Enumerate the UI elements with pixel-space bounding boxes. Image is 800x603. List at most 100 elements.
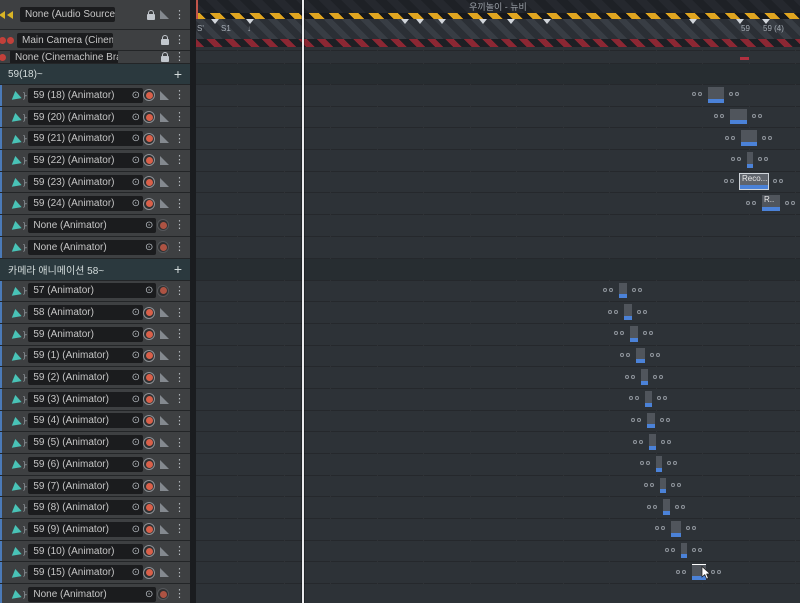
track-row-anim[interactable]: }- 57 (Animator) ⊙ ⋮ xyxy=(0,280,190,302)
track-name-field[interactable]: 57 (Animator) ⊙ xyxy=(28,283,157,299)
pick-object-icon[interactable]: ⊙ xyxy=(128,133,140,144)
kebab-menu-icon[interactable]: ⋮ xyxy=(174,35,185,46)
curves-icon[interactable] xyxy=(160,568,169,578)
curves-icon[interactable] xyxy=(160,416,169,426)
track-row-anim[interactable]: }- 59 (20) (Animator) ⊙ ⋮ xyxy=(0,106,190,128)
timeline-clip[interactable] xyxy=(649,434,656,450)
timeline-track-row[interactable] xyxy=(196,497,800,519)
kebab-menu-icon[interactable]: ⋮ xyxy=(174,242,185,253)
kebab-menu-icon[interactable]: ⋮ xyxy=(174,155,185,166)
track-row-anim[interactable]: }- 59 (18) (Animator) ⊙ ⋮ xyxy=(0,85,190,106)
record-icon[interactable] xyxy=(143,501,155,514)
kebab-menu-icon[interactable]: ⋮ xyxy=(174,546,185,557)
track-row-anim[interactable]: }- 59 (Animator) ⊙ ⋮ xyxy=(0,323,190,345)
track-row-anim[interactable]: }- 59 (15) (Animator) ⊙ ⋮ xyxy=(0,562,190,584)
track-name-field[interactable]: 59 (2) (Animator) ⊙ xyxy=(28,370,143,386)
curves-icon[interactable] xyxy=(160,308,169,318)
timeline-track-row[interactable]: Reco... xyxy=(196,171,800,193)
track-row-camera[interactable]: Main Camera (Cinemac⊙ ⋮ xyxy=(0,30,190,50)
track-row-anim[interactable]: }- 59 (10) (Animator) ⊙ ⋮ xyxy=(0,540,190,562)
kebab-menu-icon[interactable]: ⋮ xyxy=(174,524,185,535)
curves-icon[interactable] xyxy=(160,394,169,404)
pick-object-icon[interactable]: ⊙ xyxy=(128,459,140,470)
curves-icon[interactable] xyxy=(160,546,169,556)
kebab-menu-icon[interactable]: ⋮ xyxy=(174,220,185,231)
timeline-clip[interactable] xyxy=(730,108,747,125)
track-name-field[interactable]: 59 (4) (Animator) ⊙ xyxy=(28,413,143,429)
pick-object-icon[interactable]: ⊙ xyxy=(128,112,140,123)
timeline-track-row[interactable]: R.. xyxy=(196,193,800,215)
timeline-track-row[interactable] xyxy=(196,150,800,171)
timeline-clip[interactable] xyxy=(630,325,638,342)
record-icon[interactable] xyxy=(143,436,155,449)
record-icon[interactable] xyxy=(143,393,155,406)
timeline-track-row[interactable] xyxy=(196,454,800,475)
pick-object-icon[interactable]: ⊙ xyxy=(128,329,140,340)
track-group-header[interactable]: 59(18)~ + xyxy=(0,64,190,84)
pick-object-icon[interactable]: ⊙ xyxy=(128,437,140,448)
track-row-anim[interactable]: }- 59 (6) (Animator) ⊙ ⋮ xyxy=(0,454,190,475)
track-row-anim[interactable]: }- 59 (1) (Animator) ⊙ ⋮ xyxy=(0,345,190,367)
pick-object-icon[interactable]: ⊙ xyxy=(128,177,140,188)
add-track-button[interactable]: + xyxy=(174,66,190,82)
pick-object-icon[interactable]: ⊙ xyxy=(141,242,153,253)
curves-icon[interactable] xyxy=(160,524,169,534)
timeline-track-row[interactable] xyxy=(196,236,800,258)
track-name-field[interactable]: 58 (Animator) ⊙ xyxy=(28,305,143,321)
pick-object-icon[interactable]: ⊙ xyxy=(128,372,140,383)
track-row-anim[interactable]: }- 59 (22) (Animator) ⊙ ⋮ xyxy=(0,150,190,171)
timeline-clip[interactable] xyxy=(645,390,652,407)
curves-icon[interactable] xyxy=(160,351,169,361)
timeline-track-row[interactable] xyxy=(196,388,800,410)
record-icon[interactable] xyxy=(143,306,155,319)
timeline-track-row[interactable] xyxy=(196,215,800,236)
kebab-menu-icon[interactable]: ⋮ xyxy=(174,285,185,296)
record-icon[interactable] xyxy=(143,111,155,124)
record-icon[interactable] xyxy=(157,219,169,232)
record-icon[interactable] xyxy=(143,371,155,384)
kebab-menu-icon[interactable]: ⋮ xyxy=(174,112,185,123)
track-row-anim[interactable]: }- 59 (21) (Animator) ⊙ ⋮ xyxy=(0,128,190,150)
timeline-track-row[interactable] xyxy=(196,475,800,497)
track-name-field[interactable]: 59 (7) (Animator) ⊙ xyxy=(28,478,143,494)
timeline-clip[interactable]: Reco... xyxy=(739,172,769,191)
timeline-group-row[interactable] xyxy=(196,64,800,84)
track-row-anim[interactable]: }- None (Animator) ⊙ ⋮ xyxy=(0,584,190,603)
track-name-field[interactable]: None (Animator) ⊙ xyxy=(28,239,157,255)
pick-object-icon[interactable]: ⊙ xyxy=(128,546,140,557)
kebab-menu-icon[interactable]: ⋮ xyxy=(174,589,185,600)
track-row-anim[interactable]: }- 59 (4) (Animator) ⊙ ⋮ xyxy=(0,410,190,432)
timeline-clip[interactable] xyxy=(624,304,632,320)
record-icon[interactable] xyxy=(143,328,155,341)
lock-icon[interactable] xyxy=(161,52,169,62)
track-name-field[interactable]: 59 (3) (Animator) ⊙ xyxy=(28,391,143,407)
track-row-anim[interactable]: }- 59 (2) (Animator) ⊙ ⋮ xyxy=(0,367,190,388)
kebab-menu-icon[interactable]: ⋮ xyxy=(174,329,185,340)
record-icon[interactable] xyxy=(143,566,155,579)
pick-object-icon[interactable]: ⊙ xyxy=(128,415,140,426)
record-icon[interactable] xyxy=(143,480,155,493)
timeline-track-row[interactable] xyxy=(196,30,800,50)
curves-icon[interactable] xyxy=(160,134,169,144)
pick-object-icon[interactable]: ⊙ xyxy=(128,394,140,405)
kebab-menu-icon[interactable]: ⋮ xyxy=(174,177,185,188)
curves-icon[interactable] xyxy=(160,459,169,469)
pick-object-icon[interactable]: ⊙ xyxy=(128,481,140,492)
curves-icon[interactable] xyxy=(160,481,169,491)
timeline-clip[interactable] xyxy=(671,521,681,537)
timeline-track-row[interactable] xyxy=(196,410,800,432)
lock-icon[interactable] xyxy=(161,35,169,45)
track-name-field[interactable]: 59 (18) (Animator) ⊙ xyxy=(28,87,143,103)
kebab-menu-icon[interactable]: ⋮ xyxy=(174,481,185,492)
curves-icon[interactable] xyxy=(160,10,169,19)
track-name-field[interactable]: 59 (10) (Animator) ⊙ xyxy=(28,543,143,559)
pick-object-icon[interactable]: ⊙ xyxy=(128,90,140,101)
record-icon[interactable] xyxy=(143,458,155,471)
timeline-clip[interactable]: R.. xyxy=(762,195,780,212)
curves-icon[interactable] xyxy=(160,373,169,383)
kebab-menu-icon[interactable]: ⋮ xyxy=(174,394,185,405)
timeline-clip[interactable] xyxy=(681,542,687,559)
kebab-menu-icon[interactable]: ⋮ xyxy=(174,52,185,63)
timeline-track-row[interactable] xyxy=(196,0,800,29)
timeline-clip[interactable] xyxy=(741,130,757,147)
